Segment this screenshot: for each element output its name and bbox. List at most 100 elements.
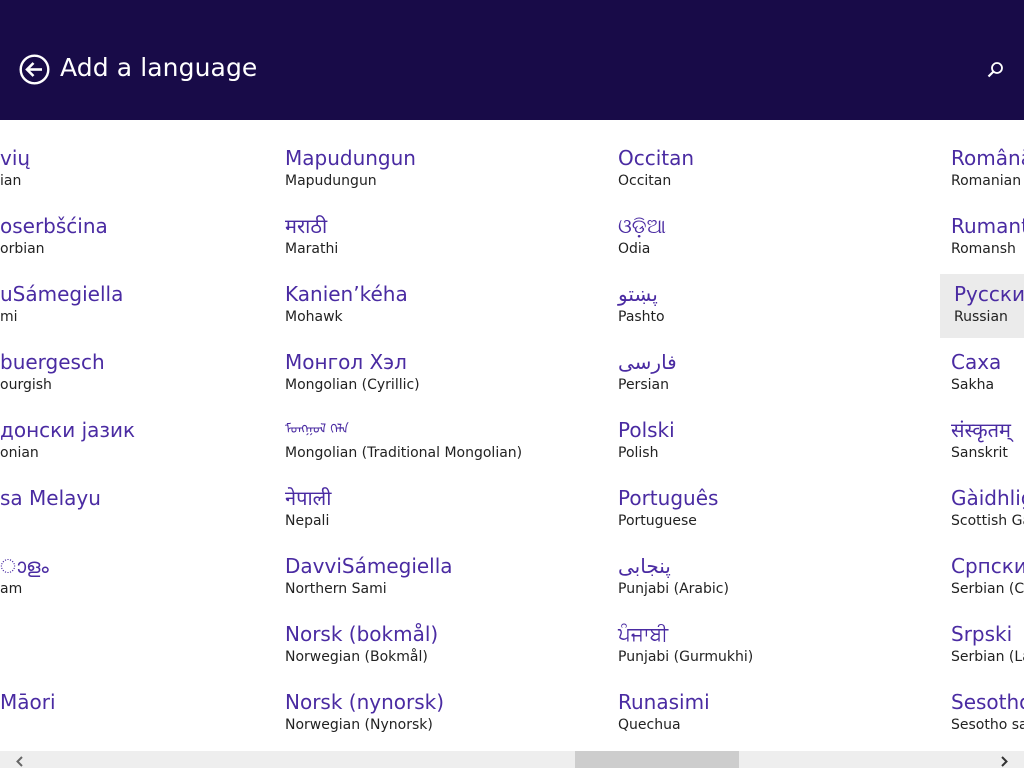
language-native-name: Монгол Хэл [285, 350, 407, 374]
language-tile[interactable]: DavviSámegiella Northern Sami [285, 550, 605, 614]
language-tile[interactable]: uSámegiella mi [0, 278, 280, 342]
language-english-name: Sakha [951, 377, 995, 393]
language-english-name: mi [0, 309, 18, 325]
language-tile[interactable]: Runasimi Quechua [618, 686, 918, 750]
language-native-name: Gàidhlig [951, 486, 1024, 510]
language-native-name: buergesch [0, 350, 105, 374]
language-english-name: onian [0, 445, 39, 461]
page-title: Add a language [60, 53, 258, 82]
language-native-name: uSámegiella [0, 282, 124, 306]
language-native-name: Srpski [951, 622, 1013, 646]
back-button[interactable] [19, 54, 50, 85]
language-english-name: Occitan [618, 173, 672, 189]
language-english-name: Persian [618, 377, 669, 393]
language-english-name: Punjabi (Gurmukhi) [618, 649, 754, 665]
language-native-name: Polski [618, 418, 675, 442]
language-native-name: پښتو [618, 282, 658, 306]
horizontal-scrollbar[interactable] [0, 751, 1024, 768]
search-button[interactable] [984, 59, 1006, 81]
language-tile[interactable]: донски јазик onian [0, 414, 280, 478]
language-english-name: Norwegian (Bokmål) [285, 649, 428, 665]
language-english-name: Mongolian (Cyrillic) [285, 377, 420, 393]
language-tile[interactable]: Mapudungun Mapudungun [285, 142, 605, 206]
back-arrow-icon [19, 54, 50, 85]
scroll-left-button[interactable] [12, 753, 28, 767]
language-tile[interactable]: Polski Polish [618, 414, 918, 478]
language-tile[interactable]: Română Romanian [951, 142, 1024, 206]
language-tile[interactable]: Gàidhlig Scottish Gaelic [951, 482, 1024, 546]
language-native-name: Rumantsch [951, 214, 1024, 238]
language-tile[interactable]: Português Portuguese [618, 482, 918, 546]
language-native-name: Српски [951, 554, 1024, 578]
language-english-name: Pashto [618, 309, 665, 325]
language-english-name: Odia [618, 241, 651, 257]
language-tile[interactable]: Саха Sakha [951, 346, 1024, 410]
language-english-name: Portuguese [618, 513, 697, 529]
scrollbar-thumb[interactable] [575, 751, 739, 768]
language-native-name: ാളം [0, 554, 49, 578]
language-native-name: Norsk (nynorsk) [285, 690, 445, 714]
language-english-name: Mohawk [285, 309, 343, 325]
chevron-left-icon [16, 756, 23, 767]
scroll-right-button[interactable] [996, 753, 1012, 767]
language-tile[interactable]: sa Melayu [0, 482, 280, 546]
language-english-name: Scottish Gaelic [951, 513, 1024, 529]
language-english-name: Serbian (Cyrillic) [951, 581, 1024, 597]
language-native-name: Mapudungun [285, 146, 416, 170]
language-tile[interactable]: Rumantsch Romansh [951, 210, 1024, 274]
language-native-name: vių [0, 146, 31, 170]
language-english-name: am [0, 581, 23, 597]
language-native-name: Português [618, 486, 719, 510]
language-tile[interactable]: buergesch ourgish [0, 346, 280, 410]
language-native-name: संस्कृतम् [951, 418, 1012, 442]
language-tile[interactable]: Српски Serbian (Cyrillic) [951, 550, 1024, 614]
language-tile[interactable]: Norsk (bokmål) Norwegian (Bokmål) [285, 618, 605, 682]
language-tile[interactable]: Norsk (nynorsk) Norwegian (Nynorsk) [285, 686, 605, 750]
language-english-name: Nepali [285, 513, 330, 529]
language-english-name: Russian [954, 309, 1008, 325]
language-native-name: ଓଡ଼ିଆ [618, 214, 666, 238]
language-tile[interactable]: پښتو Pashto [618, 278, 918, 342]
language-tile[interactable]: Srpski Serbian (Latin) [951, 618, 1024, 682]
language-english-name: Sanskrit [951, 445, 1008, 461]
language-tile-selected[interactable]: Русский Russian [940, 274, 1024, 338]
language-native-name: Română [951, 146, 1024, 170]
language-native-name: донски јазик [0, 418, 136, 442]
language-tile[interactable]: Māori [0, 686, 280, 750]
language-tile[interactable]: vių ian [0, 142, 280, 206]
language-native-name: Русский [954, 282, 1024, 306]
language-tile[interactable] [0, 618, 280, 682]
language-tile[interactable]: Kanien’kéha Mohawk [285, 278, 605, 342]
language-tile[interactable]: मराठी Marathi [285, 210, 605, 274]
language-tile[interactable]: संस्कृतम् Sanskrit [951, 414, 1024, 478]
language-native-name: ᠮᠣᠩᠭᠣᠯ ᠬᠡᠯᠡ [285, 422, 349, 437]
language-english-name: Polish [618, 445, 659, 461]
language-native-name: Sesotho [951, 690, 1024, 714]
language-english-name: Norwegian (Nynorsk) [285, 717, 433, 733]
language-tile[interactable]: ᠮᠣᠩᠭᠣᠯ ᠬᠡᠯᠡ Mongolian (Traditional Mongo… [285, 414, 605, 478]
language-english-name: Northern Sami [285, 581, 387, 597]
language-native-name: Kanien’kéha [285, 282, 408, 306]
language-english-name: Quechua [618, 717, 681, 733]
language-native-name: Norsk (bokmål) [285, 622, 439, 646]
language-tile[interactable]: ਪੰਜਾਬੀ Punjabi (Gurmukhi) [618, 618, 918, 682]
language-tile[interactable]: Sesotho Sesotho sa Leboa [951, 686, 1024, 750]
language-native-name: नेपाली [285, 486, 332, 510]
language-native-name: پنجابی [618, 554, 671, 578]
language-tile[interactable]: नेपाली Nepali [285, 482, 605, 546]
language-tile[interactable]: ാളം am [0, 550, 280, 614]
language-tile[interactable]: Occitan Occitan [618, 142, 918, 206]
language-english-name: Serbian (Latin) [951, 649, 1024, 665]
search-icon [987, 62, 1003, 78]
language-tile[interactable]: oserbšćina orbian [0, 210, 280, 274]
language-tile[interactable]: Монгол Хэл Mongolian (Cyrillic) [285, 346, 605, 410]
language-tile[interactable]: فارسی Persian [618, 346, 918, 410]
language-native-name: Occitan [618, 146, 695, 170]
language-tile[interactable]: ଓଡ଼ିଆ Odia [618, 210, 918, 274]
language-english-name: ian [0, 173, 22, 189]
language-tile[interactable]: پنجابی Punjabi (Arabic) [618, 550, 918, 614]
language-native-name: Māori [0, 690, 56, 714]
language-english-name: Punjabi (Arabic) [618, 581, 729, 597]
chevron-right-icon [1001, 756, 1008, 767]
language-native-name: sa Melayu [0, 486, 101, 510]
